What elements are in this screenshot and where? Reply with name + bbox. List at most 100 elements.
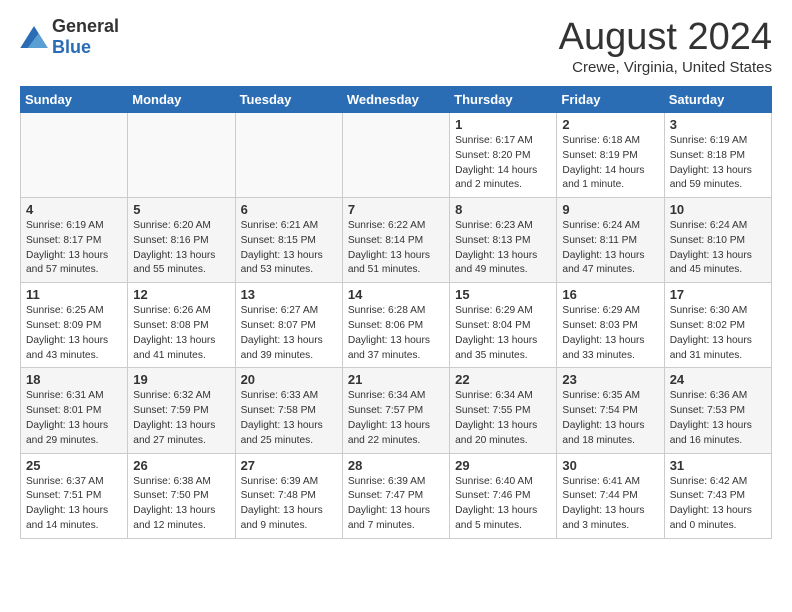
- day-info: Sunrise: 6:41 AM Sunset: 7:44 PM Dayligh…: [562, 475, 658, 534]
- day-cell: [128, 113, 235, 198]
- header-wednesday: Wednesday: [342, 87, 449, 113]
- day-number: 24: [670, 372, 766, 387]
- week-row-3: 18 Sunrise: 6:31 AM Sunset: 8:01 PM Dayli…: [21, 368, 772, 453]
- day-number: 12: [133, 287, 229, 302]
- day-number: 5: [133, 202, 229, 217]
- day-number: 3: [670, 117, 766, 132]
- day-info: Sunrise: 6:31 AM Sunset: 8:01 PM Dayligh…: [26, 389, 122, 448]
- day-info: Sunrise: 6:29 AM Sunset: 8:04 PM Dayligh…: [455, 304, 551, 363]
- day-info: Sunrise: 6:24 AM Sunset: 8:10 PM Dayligh…: [670, 219, 766, 278]
- day-cell: 19Sunrise: 6:32 AM Sunset: 7:59 PM Dayli…: [128, 368, 235, 453]
- calendar: SundayMondayTuesdayWednesdayThursdayFrid…: [20, 86, 772, 539]
- day-cell: 8Sunrise: 6:23 AM Sunset: 8:13 PM Daylig…: [450, 198, 557, 283]
- day-number: 2: [562, 117, 658, 132]
- day-number: 11: [26, 287, 122, 302]
- day-info: Sunrise: 6:20 AM Sunset: 8:16 PM Dayligh…: [133, 219, 229, 278]
- day-number: 30: [562, 458, 658, 473]
- day-info: Sunrise: 6:19 AM Sunset: 8:17 PM Dayligh…: [26, 219, 122, 278]
- day-info: Sunrise: 6:40 AM Sunset: 7:46 PM Dayligh…: [455, 475, 551, 534]
- day-info: Sunrise: 6:36 AM Sunset: 7:53 PM Dayligh…: [670, 389, 766, 448]
- day-cell: [235, 113, 342, 198]
- day-cell: 1Sunrise: 6:17 AM Sunset: 8:20 PM Daylig…: [450, 113, 557, 198]
- day-info: Sunrise: 6:27 AM Sunset: 8:07 PM Dayligh…: [241, 304, 337, 363]
- day-number: 29: [455, 458, 551, 473]
- day-cell: 23Sunrise: 6:35 AM Sunset: 7:54 PM Dayli…: [557, 368, 664, 453]
- day-info: Sunrise: 6:39 AM Sunset: 7:48 PM Dayligh…: [241, 475, 337, 534]
- day-number: 28: [348, 458, 444, 473]
- day-cell: 16 Sunrise: 6:29 AM Sunset: 8:03 PM Dayli…: [557, 283, 664, 368]
- week-row-4: 25Sunrise: 6:37 AM Sunset: 7:51 PM Dayli…: [21, 453, 772, 538]
- day-info: Sunrise: 6:39 AM Sunset: 7:47 PM Dayligh…: [348, 475, 444, 534]
- header-sunday: Sunday: [21, 87, 128, 113]
- day-info: Sunrise: 6:33 AM Sunset: 7:58 PM Dayligh…: [241, 389, 337, 448]
- day-info: Sunrise: 6:17 AM Sunset: 8:20 PM Dayligh…: [455, 134, 551, 193]
- day-number: 9: [562, 202, 658, 217]
- day-number: 26: [133, 458, 229, 473]
- day-cell: 30 Sunrise: 6:41 AM Sunset: 7:44 PM Dayli…: [557, 453, 664, 538]
- day-number: 16: [562, 287, 658, 302]
- day-cell: 24 Sunrise: 6:36 AM Sunset: 7:53 PM Dayli…: [664, 368, 771, 453]
- day-info: Sunrise: 6:42 AM Sunset: 7:43 PM Dayligh…: [670, 475, 766, 534]
- day-info: Sunrise: 6:28 AM Sunset: 8:06 PM Dayligh…: [348, 304, 444, 363]
- day-cell: 10 Sunrise: 6:24 AM Sunset: 8:10 PM Dayli…: [664, 198, 771, 283]
- logo-blue: Blue: [52, 37, 91, 57]
- days-header-row: SundayMondayTuesdayWednesdayThursdayFrid…: [21, 87, 772, 113]
- day-number: 23: [562, 372, 658, 387]
- day-cell: 7Sunrise: 6:22 AM Sunset: 8:14 PM Daylig…: [342, 198, 449, 283]
- day-info: Sunrise: 6:21 AM Sunset: 8:15 PM Dayligh…: [241, 219, 337, 278]
- header-tuesday: Tuesday: [235, 87, 342, 113]
- day-cell: 5 Sunrise: 6:20 AM Sunset: 8:16 PM Daylig…: [128, 198, 235, 283]
- day-cell: 9 Sunrise: 6:24 AM Sunset: 8:11 PM Daylig…: [557, 198, 664, 283]
- day-cell: 14 Sunrise: 6:28 AM Sunset: 8:06 PM Dayli…: [342, 283, 449, 368]
- day-cell: 18 Sunrise: 6:31 AM Sunset: 8:01 PM Dayli…: [21, 368, 128, 453]
- day-cell: 25Sunrise: 6:37 AM Sunset: 7:51 PM Dayli…: [21, 453, 128, 538]
- day-info: Sunrise: 6:34 AM Sunset: 7:55 PM Dayligh…: [455, 389, 551, 448]
- day-cell: 12 Sunrise: 6:26 AM Sunset: 8:08 PM Dayli…: [128, 283, 235, 368]
- title-area: August 2024 Crewe, Virginia, United Stat…: [559, 16, 772, 76]
- day-info: Sunrise: 6:23 AM Sunset: 8:13 PM Dayligh…: [455, 219, 551, 278]
- day-cell: 27Sunrise: 6:39 AM Sunset: 7:48 PM Dayli…: [235, 453, 342, 538]
- logo-icon: [20, 26, 48, 48]
- day-number: 14: [348, 287, 444, 302]
- week-row-2: 11 Sunrise: 6:25 AM Sunset: 8:09 PM Dayli…: [21, 283, 772, 368]
- location-title: Crewe, Virginia, United States: [559, 59, 772, 76]
- week-row-1: 4 Sunrise: 6:19 AM Sunset: 8:17 PM Daylig…: [21, 198, 772, 283]
- day-info: Sunrise: 6:32 AM Sunset: 7:59 PM Dayligh…: [133, 389, 229, 448]
- header-saturday: Saturday: [664, 87, 771, 113]
- day-info: Sunrise: 6:18 AM Sunset: 8:19 PM Dayligh…: [562, 134, 658, 193]
- day-info: Sunrise: 6:34 AM Sunset: 7:57 PM Dayligh…: [348, 389, 444, 448]
- day-info: Sunrise: 6:29 AM Sunset: 8:03 PM Dayligh…: [562, 304, 658, 363]
- logo-general: General: [52, 16, 119, 36]
- day-number: 13: [241, 287, 337, 302]
- day-cell: [342, 113, 449, 198]
- day-cell: 21 Sunrise: 6:34 AM Sunset: 7:57 PM Dayli…: [342, 368, 449, 453]
- day-info: Sunrise: 6:37 AM Sunset: 7:51 PM Dayligh…: [26, 475, 122, 534]
- header-thursday: Thursday: [450, 87, 557, 113]
- day-info: Sunrise: 6:38 AM Sunset: 7:50 PM Dayligh…: [133, 475, 229, 534]
- day-number: 15: [455, 287, 551, 302]
- day-number: 18: [26, 372, 122, 387]
- day-cell: 22Sunrise: 6:34 AM Sunset: 7:55 PM Dayli…: [450, 368, 557, 453]
- day-info: Sunrise: 6:24 AM Sunset: 8:11 PM Dayligh…: [562, 219, 658, 278]
- week-row-0: 1Sunrise: 6:17 AM Sunset: 8:20 PM Daylig…: [21, 113, 772, 198]
- logo: General Blue: [20, 16, 119, 58]
- day-info: Sunrise: 6:25 AM Sunset: 8:09 PM Dayligh…: [26, 304, 122, 363]
- day-cell: 26 Sunrise: 6:38 AM Sunset: 7:50 PM Dayli…: [128, 453, 235, 538]
- day-cell: 4 Sunrise: 6:19 AM Sunset: 8:17 PM Daylig…: [21, 198, 128, 283]
- day-cell: 17Sunrise: 6:30 AM Sunset: 8:02 PM Dayli…: [664, 283, 771, 368]
- day-cell: 2 Sunrise: 6:18 AM Sunset: 8:19 PM Daylig…: [557, 113, 664, 198]
- month-title: August 2024: [559, 16, 772, 59]
- header: General Blue August 2024 Crewe, Virginia…: [20, 16, 772, 76]
- day-info: Sunrise: 6:26 AM Sunset: 8:08 PM Dayligh…: [133, 304, 229, 363]
- day-cell: 3 Sunrise: 6:19 AM Sunset: 8:18 PM Daylig…: [664, 113, 771, 198]
- header-monday: Monday: [128, 87, 235, 113]
- day-info: Sunrise: 6:19 AM Sunset: 8:18 PM Dayligh…: [670, 134, 766, 193]
- day-cell: 6 Sunrise: 6:21 AM Sunset: 8:15 PM Daylig…: [235, 198, 342, 283]
- day-cell: 11 Sunrise: 6:25 AM Sunset: 8:09 PM Dayli…: [21, 283, 128, 368]
- day-number: 21: [348, 372, 444, 387]
- day-cell: 15 Sunrise: 6:29 AM Sunset: 8:04 PM Dayli…: [450, 283, 557, 368]
- header-friday: Friday: [557, 87, 664, 113]
- day-number: 10: [670, 202, 766, 217]
- day-number: 4: [26, 202, 122, 217]
- day-number: 6: [241, 202, 337, 217]
